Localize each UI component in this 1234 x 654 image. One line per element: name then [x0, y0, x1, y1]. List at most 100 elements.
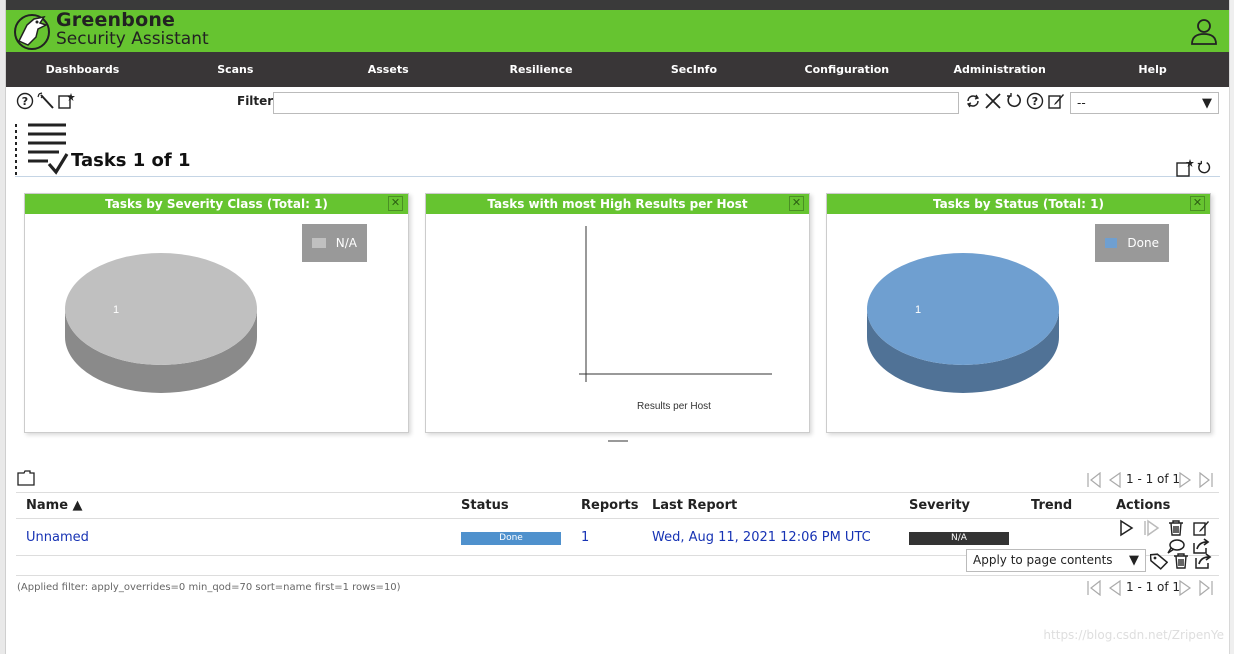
pagination-bottom: 1 - 1 of 1 [1086, 579, 1216, 597]
close-icon[interactable]: ✕ [1190, 196, 1205, 211]
filter-select-value: -- [1077, 96, 1086, 110]
previous-page-icon[interactable] [1107, 580, 1123, 596]
close-icon[interactable]: ✕ [388, 196, 403, 211]
close-icon[interactable]: ✕ [789, 196, 804, 211]
bulk-actions [1150, 551, 1216, 571]
export-icon[interactable] [1194, 552, 1212, 570]
legend-label: N/A [335, 236, 357, 250]
table-header-row: Name ▲ Status Reports Last Report Severi… [16, 492, 1219, 519]
x-axis-label: Results per Host [637, 401, 711, 412]
bulk-action-select-value: Apply to page contents [973, 553, 1113, 567]
filter-help-icon[interactable]: ? [1026, 92, 1044, 110]
edit-filter-icon[interactable] [1047, 92, 1065, 110]
pie-slice-label: 1 [113, 304, 119, 316]
chart-title-text: Tasks by Status (Total: 1) [933, 197, 1104, 211]
chart-title-text: Tasks by Severity Class (Total: 1) [105, 197, 328, 211]
help-icon[interactable]: ? [16, 92, 34, 110]
menu-scans[interactable]: Scans [159, 52, 312, 87]
resume-task-icon[interactable] [1142, 519, 1160, 537]
column-status[interactable]: Status [451, 492, 571, 519]
task-name-link[interactable]: Unnamed [26, 530, 89, 545]
pagination-top: 1 - 1 of 1 [1086, 471, 1216, 489]
next-page-icon[interactable] [1177, 472, 1193, 488]
dashboard-resize-handle[interactable] [608, 440, 628, 442]
logo-subtitle: Security Assistant [56, 29, 209, 49]
high-results-bar-chart: Results per Host [579, 226, 772, 412]
folder-icon[interactable] [17, 470, 35, 486]
menu-administration[interactable]: Administration [923, 52, 1076, 87]
chart-panel-high-results: Tasks with most High Results per Host ✕ … [425, 193, 810, 433]
trash-icon[interactable] [1172, 552, 1190, 570]
user-icon[interactable] [1189, 16, 1219, 46]
menu-help[interactable]: Help [1076, 52, 1229, 87]
window-frame-left [0, 0, 6, 654]
column-reports[interactable]: Reports [571, 492, 642, 519]
chart-panel-status: Tasks by Status (Total: 1) ✕ 1 Done [826, 193, 1211, 433]
pie-slice-label: 1 [915, 304, 921, 316]
last-report-link[interactable]: Wed, Aug 11, 2021 12:06 PM UTC [652, 530, 871, 545]
previous-page-icon[interactable] [1107, 472, 1123, 488]
column-severity[interactable]: Severity [899, 492, 1021, 519]
legend-swatch [312, 238, 326, 248]
applied-filter-text: (Applied filter: apply_overrides=0 min_q… [17, 582, 401, 593]
chart-title: Tasks by Status (Total: 1) ✕ [827, 194, 1210, 214]
filter-label: Filter [237, 94, 274, 108]
tag-icon[interactable] [1150, 552, 1168, 570]
bulk-action-select[interactable]: Apply to page contents ▼ [966, 549, 1146, 572]
tasks-title-icon [15, 123, 69, 176]
dashboard-tools [1176, 159, 1212, 177]
menu-secinfo[interactable]: SecInfo [618, 52, 771, 87]
app-header: Greenbone Security Assistant [6, 9, 1229, 52]
refresh-filter-icon[interactable] [964, 92, 982, 110]
new-task-icon[interactable] [57, 92, 75, 110]
svg-text:?: ? [1032, 95, 1038, 108]
menu-resilience[interactable]: Resilience [465, 52, 618, 87]
pie-slice[interactable] [867, 253, 1059, 365]
column-last-report[interactable]: Last Report [642, 492, 899, 519]
last-page-icon[interactable] [1198, 472, 1214, 488]
reset-filter-icon[interactable] [1005, 92, 1023, 110]
column-trend: Trend [1021, 492, 1106, 519]
status-badge: Done [461, 532, 561, 545]
pie-slice[interactable] [65, 253, 257, 365]
last-page-icon[interactable] [1198, 580, 1214, 596]
clear-filter-icon[interactable] [984, 92, 1002, 110]
legend-swatch [1105, 238, 1118, 248]
greenbone-logo-icon[interactable] [10, 11, 54, 51]
title-divider [15, 176, 1220, 177]
add-dashboard-display-icon[interactable] [1176, 159, 1194, 177]
chart-legend: N/A [302, 224, 367, 262]
window-scrollbar[interactable] [1229, 0, 1234, 654]
first-page-icon[interactable] [1086, 580, 1102, 596]
pagination-text: 1 - 1 of 1 [1126, 580, 1181, 594]
chevron-down-icon: ▼ [1129, 553, 1139, 568]
next-page-icon[interactable] [1177, 580, 1193, 596]
chevron-down-icon: ▼ [1202, 96, 1212, 111]
svg-text:?: ? [22, 95, 28, 108]
start-task-icon[interactable] [1117, 519, 1135, 537]
page-title: Tasks 1 of 1 [71, 150, 191, 171]
reset-dashboard-icon[interactable] [1196, 160, 1212, 176]
edit-icon[interactable] [1192, 519, 1210, 537]
pagination-text: 1 - 1 of 1 [1126, 472, 1181, 486]
chart-legend: Done [1095, 224, 1169, 262]
trash-icon[interactable] [1167, 519, 1185, 537]
legend-label: Done [1127, 236, 1159, 250]
menu-assets[interactable]: Assets [312, 52, 465, 87]
filter-input[interactable] [273, 92, 959, 114]
chart-title: Tasks with most High Results per Host ✕ [426, 194, 809, 214]
table-footer-divider [16, 575, 1219, 576]
chart-title-text: Tasks with most High Results per Host [487, 197, 748, 211]
menu-dashboards[interactable]: Dashboards [6, 52, 159, 87]
wizard-icon[interactable] [37, 92, 55, 110]
menu-configuration[interactable]: Configuration [770, 52, 923, 87]
browser-tab-strip [6, 0, 1229, 10]
column-name[interactable]: Name ▲ [16, 492, 451, 519]
reports-count-link[interactable]: 1 [581, 530, 589, 545]
watermark-text: https://blog.csdn.net/ZripenYe [1043, 628, 1224, 642]
main-menu: Dashboards Scans Assets Resilience SecIn… [6, 52, 1229, 87]
chart-title: Tasks by Severity Class (Total: 1) ✕ [25, 194, 408, 214]
filter-select[interactable]: -- ▼ [1070, 92, 1219, 114]
severity-badge: N/A [909, 532, 1009, 545]
first-page-icon[interactable] [1086, 472, 1102, 488]
